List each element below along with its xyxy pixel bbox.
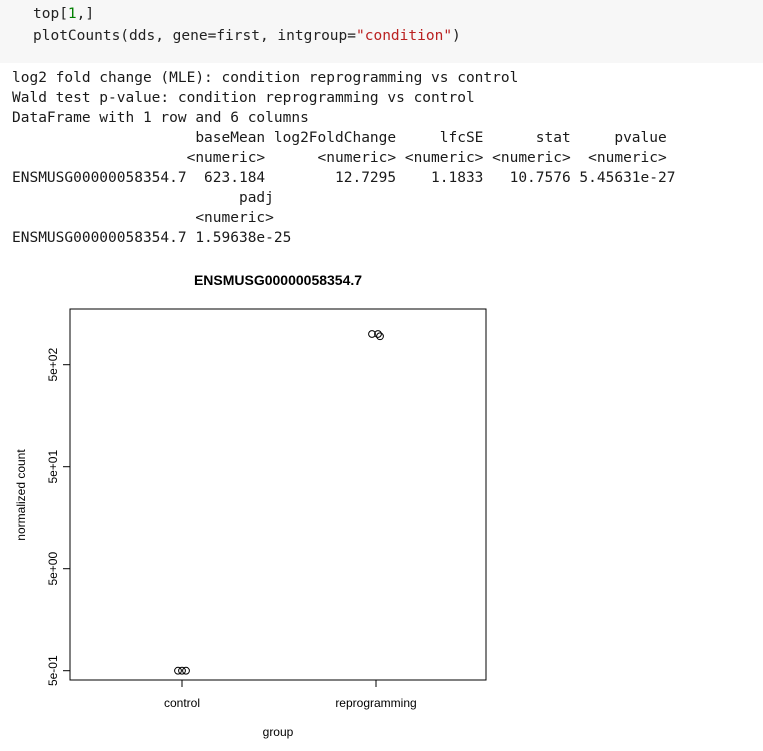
counts-plot: group normalized count 5e-01 5e+00 5e+01 5e… [14, 308, 487, 739]
x-axis-label: group [263, 725, 294, 739]
x-tick-label: reprogramming [335, 696, 416, 710]
x-tick-label: control [164, 696, 200, 710]
data-point [182, 666, 190, 675]
y-tick-label: 5e+02 [46, 348, 60, 382]
y-tick-label: 5e+01 [46, 450, 60, 484]
data-point [174, 666, 182, 675]
y-tick-label: 5e-01 [46, 655, 60, 686]
data-point [178, 666, 186, 675]
plot-frame [69, 308, 487, 681]
y-axis-label: normalized count [14, 449, 28, 541]
y-tick-label: 5e+00 [46, 552, 60, 586]
